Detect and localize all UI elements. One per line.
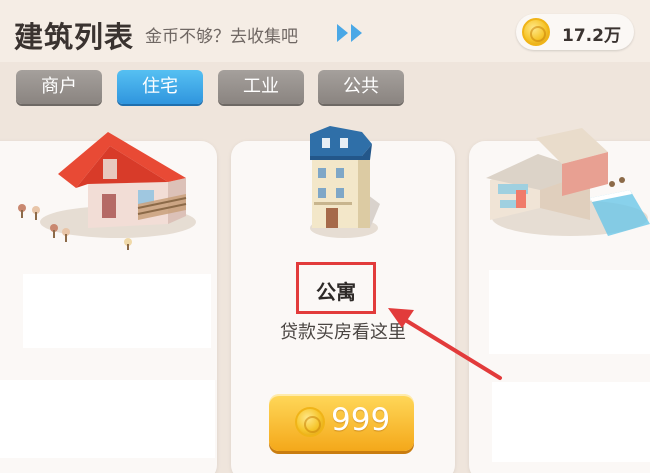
- pointer-arrow: [388, 308, 502, 380]
